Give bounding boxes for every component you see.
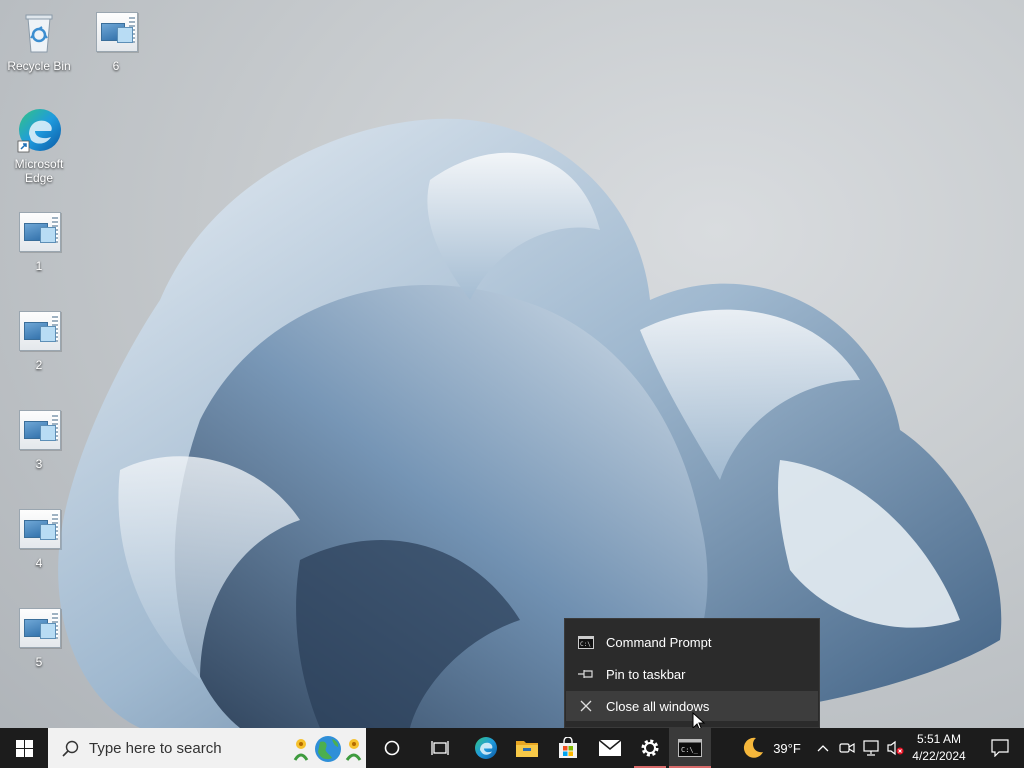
document-icon — [15, 505, 63, 553]
desktop-icon-label: 2 — [35, 358, 43, 372]
cmd-icon: C:\ — [566, 635, 606, 649]
command-prompt-icon: C:\_ — [678, 739, 702, 757]
desktop-icon-file-1[interactable]: 1 — [3, 208, 75, 273]
close-icon — [566, 700, 606, 712]
search-placeholder: Type here to search — [89, 739, 222, 757]
desktop-wallpaper — [58, 118, 1002, 728]
weather-temperature: 39°F — [773, 740, 801, 756]
desktop-icon-label: 1 — [35, 259, 43, 273]
clock-time: 5:51 AM — [916, 732, 962, 746]
desktop-icon-microsoft-edge[interactable]: Microsoft Edge — [3, 106, 75, 185]
clock-date: 4/22/2024 — [912, 749, 966, 763]
taskbar-app-store[interactable] — [548, 728, 588, 768]
volume-button[interactable] — [884, 728, 906, 768]
document-icon — [15, 604, 63, 652]
file-explorer-icon — [516, 741, 538, 757]
task-view-icon — [431, 741, 449, 755]
document-icon — [15, 208, 63, 256]
taskbar-app-mail[interactable] — [590, 728, 630, 768]
taskbar-search-box[interactable]: Type here to search — [48, 728, 366, 768]
taskbar-app-settings[interactable] — [630, 728, 670, 768]
volume-muted-icon — [887, 740, 904, 756]
jump-list-item-label: Command Prompt — [606, 634, 712, 650]
cortana-button[interactable] — [372, 728, 412, 768]
windows-logo-icon — [15, 739, 33, 757]
network-icon — [863, 740, 879, 756]
document-icon — [15, 307, 63, 355]
jump-list-item-command-prompt[interactable]: C:\ Command Prompt — [566, 627, 818, 657]
desktop-icon-label: Microsoft Edge — [14, 157, 64, 185]
notification-icon — [991, 739, 1009, 757]
edge-icon — [475, 737, 497, 759]
document-icon — [92, 8, 140, 56]
search-icon — [62, 740, 79, 757]
pin-icon — [566, 668, 606, 680]
mail-icon — [598, 739, 622, 756]
desktop-icon-file-2[interactable]: 2 — [3, 307, 75, 372]
meet-now-button[interactable] — [836, 728, 858, 768]
search-highlight-earth-day-icon — [293, 736, 362, 762]
start-button[interactable] — [0, 728, 48, 768]
svg-text:C:\_: C:\_ — [681, 746, 699, 754]
desktop-icon-label: 5 — [35, 655, 43, 669]
taskbar-app-edge[interactable] — [466, 728, 506, 768]
desktop-icon-label: 4 — [35, 556, 43, 570]
moon-icon — [744, 737, 764, 758]
jump-list-item-pin-to-taskbar[interactable]: Pin to taskbar — [566, 659, 818, 689]
meet-now-icon — [839, 742, 855, 754]
show-hidden-icons-button[interactable] — [812, 728, 834, 768]
settings-icon — [641, 739, 659, 757]
desktop-icon-file-4[interactable]: 4 — [3, 505, 75, 570]
store-icon — [559, 737, 577, 758]
jump-list-item-label: Pin to taskbar — [606, 666, 686, 682]
desktop-icon-recycle-bin[interactable]: Recycle Bin — [3, 8, 75, 73]
taskbar-app-command-prompt[interactable]: C:\_ — [669, 728, 711, 768]
network-button[interactable] — [860, 728, 882, 768]
desktop-icon-file-5[interactable]: 5 — [3, 604, 75, 669]
action-center-button[interactable] — [976, 728, 1024, 768]
chevron-up-icon — [817, 745, 829, 752]
taskbar-weather-widget[interactable]: 39°F — [736, 728, 806, 768]
desktop-icon-label: 3 — [35, 457, 43, 471]
document-icon — [15, 406, 63, 454]
desktop-icon-file-6[interactable]: 6 — [80, 8, 152, 73]
desktop-icon-label: 6 — [112, 59, 120, 73]
taskbar: Type here to search C:\_ 39°F 5:51 AM 4/… — [0, 728, 1024, 768]
recycle-bin-icon — [15, 8, 63, 56]
cortana-icon — [384, 740, 400, 756]
desktop-icon-label: Recycle Bin — [7, 59, 71, 73]
edge-icon — [15, 106, 63, 154]
svg-text:C:\: C:\ — [580, 641, 591, 648]
desktop-icon-file-3[interactable]: 3 — [3, 406, 75, 471]
taskbar-app-file-explorer[interactable] — [507, 728, 547, 768]
task-view-button[interactable] — [420, 728, 460, 768]
taskbar-clock[interactable]: 5:51 AM 4/22/2024 — [908, 728, 970, 768]
